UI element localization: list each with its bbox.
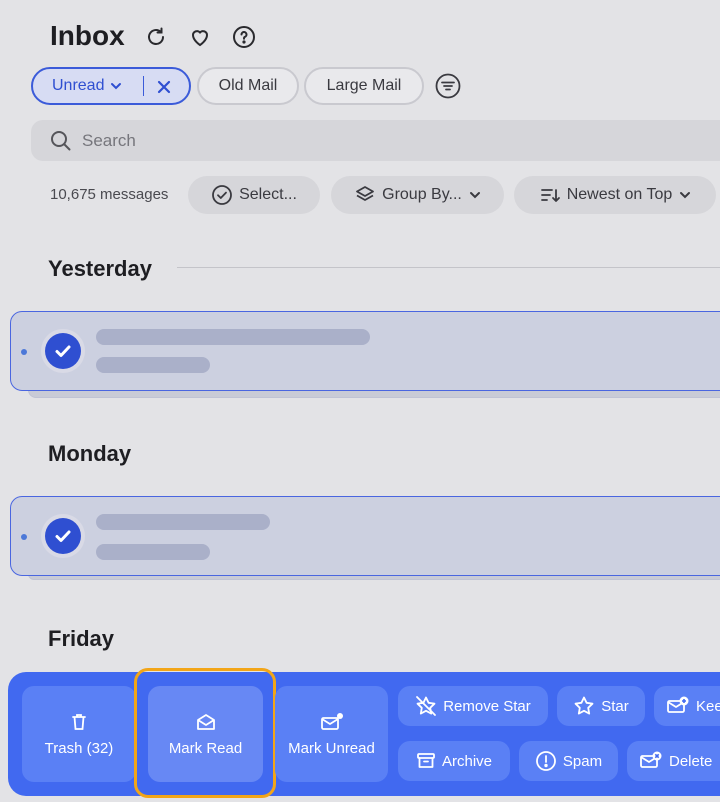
group-header-yesterday: Yesterday <box>48 256 152 281</box>
unread-filter-label: Unread <box>52 77 105 94</box>
group-header-monday: Monday <box>48 441 132 466</box>
group-header-friday: Friday <box>48 626 115 651</box>
keep-button[interactable]: Kee <box>654 686 720 726</box>
heart-icon[interactable] <box>187 24 213 50</box>
subject-placeholder <box>96 357 210 373</box>
layers-icon <box>356 186 375 201</box>
keep-label: Kee <box>696 697 720 715</box>
checkmark-icon <box>55 345 71 357</box>
help-icon[interactable] <box>231 24 257 50</box>
highlight-ring <box>134 668 276 798</box>
trash-icon <box>72 713 86 730</box>
remove-star-button[interactable]: Remove Star <box>398 686 548 726</box>
star-label: Star <box>601 697 629 715</box>
star-off-icon <box>416 696 437 716</box>
sort-button[interactable]: Newest on Top <box>514 176 716 214</box>
sender-placeholder <box>96 514 270 530</box>
message-row[interactable] <box>10 496 720 576</box>
old-mail-filter-chip[interactable]: Old Mail <box>197 67 299 105</box>
group-by-button[interactable]: Group By... <box>331 176 504 214</box>
star-icon <box>574 696 594 715</box>
trash-label: Trash (32) <box>44 739 114 757</box>
refresh-icon[interactable] <box>143 24 169 50</box>
unread-dot <box>21 534 27 540</box>
envelope-delete-icon <box>640 751 662 768</box>
remove-star-label: Remove Star <box>443 697 531 715</box>
message-row[interactable] <box>10 311 720 391</box>
search-input[interactable]: Search <box>31 120 720 161</box>
alert-icon <box>536 751 556 771</box>
star-button[interactable]: Star <box>557 686 645 726</box>
archive-label: Archive <box>441 752 493 770</box>
archive-button[interactable]: Archive <box>398 741 510 781</box>
envelope-add-icon <box>667 696 689 713</box>
check-circle-icon <box>212 185 232 205</box>
envelope-unread-icon <box>320 712 343 730</box>
spam-button[interactable]: Spam <box>519 741 618 781</box>
trash-button[interactable]: Trash (32) <box>22 686 136 782</box>
unread-filter-chip[interactable]: Unread <box>31 67 191 105</box>
mark-unread-label: Mark Unread <box>288 739 375 757</box>
select-label: Select... <box>239 186 297 203</box>
unread-dot <box>21 349 27 355</box>
close-icon[interactable] <box>157 80 171 94</box>
filter-icon[interactable] <box>434 72 462 100</box>
row-checkbox[interactable] <box>41 329 85 373</box>
sort-label: Newest on Top <box>566 186 673 203</box>
select-button[interactable]: Select... <box>188 176 320 214</box>
chevron-down-icon <box>111 83 122 90</box>
sender-placeholder <box>96 329 370 345</box>
page-title: Inbox <box>50 20 125 51</box>
delete-button[interactable]: Delete <box>627 741 720 781</box>
spam-label: Spam <box>562 752 603 770</box>
sort-icon <box>540 189 560 202</box>
mark-unread-button[interactable]: Mark Unread <box>275 686 388 782</box>
group-divider <box>177 267 720 268</box>
chevron-down-icon <box>469 192 480 199</box>
search-placeholder: Search <box>82 130 136 150</box>
subject-placeholder <box>96 544 210 560</box>
message-count: 10,675 messages <box>50 186 169 203</box>
search-icon <box>51 130 71 150</box>
row-checkbox[interactable] <box>41 514 85 558</box>
delete-label: Delete <box>669 752 713 770</box>
group-by-label: Group By... <box>382 186 462 203</box>
archive-icon <box>417 753 435 768</box>
chevron-down-icon <box>680 192 691 199</box>
large-mail-filter-chip[interactable]: Large Mail <box>304 67 424 105</box>
checkmark-icon <box>55 530 71 542</box>
